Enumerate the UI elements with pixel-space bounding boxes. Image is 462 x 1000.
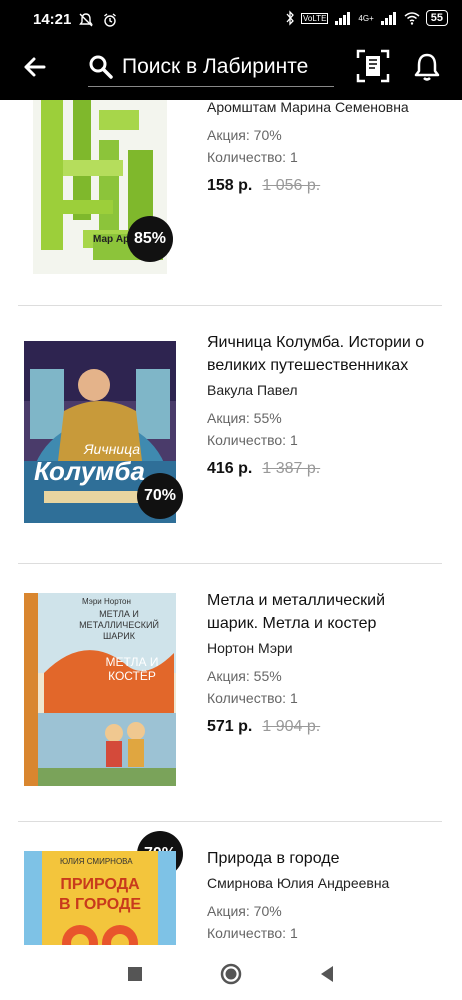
bluetooth-icon [286, 10, 294, 26]
item-old-price: 1 056 р. [262, 177, 321, 194]
list-item[interactable]: ЮЛИЯ СМИРНОВА ПРИРОДА В ГОРОДЕ Природа в… [0, 841, 462, 945]
item-quantity: Количество: 1 [207, 690, 298, 706]
item-promo: Акция: 70% [207, 903, 282, 919]
back-icon[interactable] [312, 959, 342, 989]
item-old-price: 1 904 р. [262, 718, 321, 735]
search-input[interactable]: Поиск в Лабиринте [88, 48, 334, 87]
battery-icon: 55 [425, 10, 448, 26]
search-placeholder: Поиск в Лабиринте [122, 55, 309, 78]
search-row: Поиск в Лабиринте [0, 44, 462, 90]
status-time: 14:21 [33, 11, 72, 28]
back-arrow-icon[interactable] [18, 50, 52, 84]
mute-bell-icon [79, 13, 93, 27]
item-quantity: Количество: 1 [207, 432, 298, 448]
item-price-line: 158 р. 1 056 р. [207, 177, 437, 195]
book-cover[interactable]: ЮЛИЯ СМИРНОВА ПРИРОДА В ГОРОДЕ [24, 851, 176, 945]
signal-icon-2 [380, 12, 396, 25]
item-old-price: 1 387 р. [262, 460, 321, 477]
cover-title: МЕТЛА И МЕТАЛЛИЧЕСКИЙ ШАРИК [79, 609, 159, 641]
cover-author: Мэри Нортон [82, 597, 131, 606]
discount-badge: 85% [127, 216, 173, 262]
item-author: Аромштам Марина Семеновна [207, 100, 409, 115]
item-title[interactable]: Яичница Колумба. Истории о великих путеш… [207, 331, 437, 377]
volte-label: VoLTE [300, 12, 329, 24]
item-promo: Акция: 55% [207, 410, 282, 426]
cover-subtitle: МЕТЛА И КОСТЁР [105, 655, 159, 683]
divider [18, 563, 442, 564]
list-item[interactable]: Мар Аромш 85% Аромштам Марина Семеновна … [0, 100, 462, 305]
item-author: Нортон Мэри [207, 640, 293, 656]
item-author: Смирнова Юлия Андреевна [207, 875, 390, 891]
discount-badge: 70% [137, 473, 183, 519]
item-info: Аромштам Марина Семеновна Акция: 70% Кол… [207, 100, 437, 195]
signal-icon [335, 12, 351, 25]
cover-title: ПРИРОДА В ГОРОДЕ [58, 876, 142, 913]
wifi-icon [404, 12, 420, 25]
item-price-line: 416 р. 1 387 р. [207, 460, 437, 478]
top-app-bar: 14:21 VoLTE 4G+ 55 Поиск в Лабиринте [0, 0, 462, 100]
notification-icons [78, 11, 118, 28]
item-price-line: 571 р. 1 904 р. [207, 718, 437, 736]
divider [18, 821, 442, 822]
item-promo: Акция: 70% [207, 127, 282, 143]
status-icons: VoLTE 4G+ 55 [285, 10, 448, 26]
item-author: Вакула Павел [207, 382, 298, 398]
item-info: Метла и металлический шарик. Метла и кос… [207, 589, 437, 736]
barcode-scan-icon[interactable] [355, 48, 391, 84]
search-icon [89, 55, 113, 79]
item-price: 158 р. [207, 177, 253, 194]
list-item[interactable]: Яичница Колумба 70% Яичница Колумба. Ист… [0, 325, 462, 555]
item-price: 571 р. [207, 718, 253, 735]
alarm-icon [103, 13, 116, 27]
item-info: Природа в городе Смирнова Юлия Андреевна… [207, 847, 437, 944]
status-bar: 14:21 VoLTE 4G+ 55 [0, 0, 462, 40]
network-label: 4G+ [358, 13, 374, 23]
notifications-bell-icon[interactable] [410, 50, 444, 84]
item-info: Яичница Колумба. Истории о великих путеш… [207, 331, 437, 478]
item-title[interactable]: Природа в городе [207, 847, 437, 870]
cart-list: Мар Аромш 85% Аромштам Марина Семеновна … [0, 100, 462, 945]
cover-top-text: Яичница [84, 441, 141, 457]
item-promo: Акция: 55% [207, 668, 282, 684]
item-quantity: Количество: 1 [207, 149, 298, 165]
item-price: 416 р. [207, 460, 253, 477]
cover-author: ЮЛИЯ СМИРНОВА [60, 857, 133, 866]
book-cover[interactable]: Мэри Нортон МЕТЛА И МЕТАЛЛИЧЕСКИЙ ШАРИК … [24, 593, 176, 786]
divider [18, 305, 442, 306]
item-quantity: Количество: 1 [207, 925, 298, 941]
list-item[interactable]: Мэри Нортон МЕТЛА И МЕТАЛЛИЧЕСКИЙ ШАРИК … [0, 583, 462, 877]
system-nav-bar [0, 945, 462, 1000]
home-icon[interactable] [216, 959, 246, 989]
item-title[interactable]: Метла и металлический шарик. Метла и кос… [207, 589, 437, 635]
recent-apps-icon[interactable] [120, 959, 150, 989]
cover-text: Колумба [34, 456, 145, 486]
